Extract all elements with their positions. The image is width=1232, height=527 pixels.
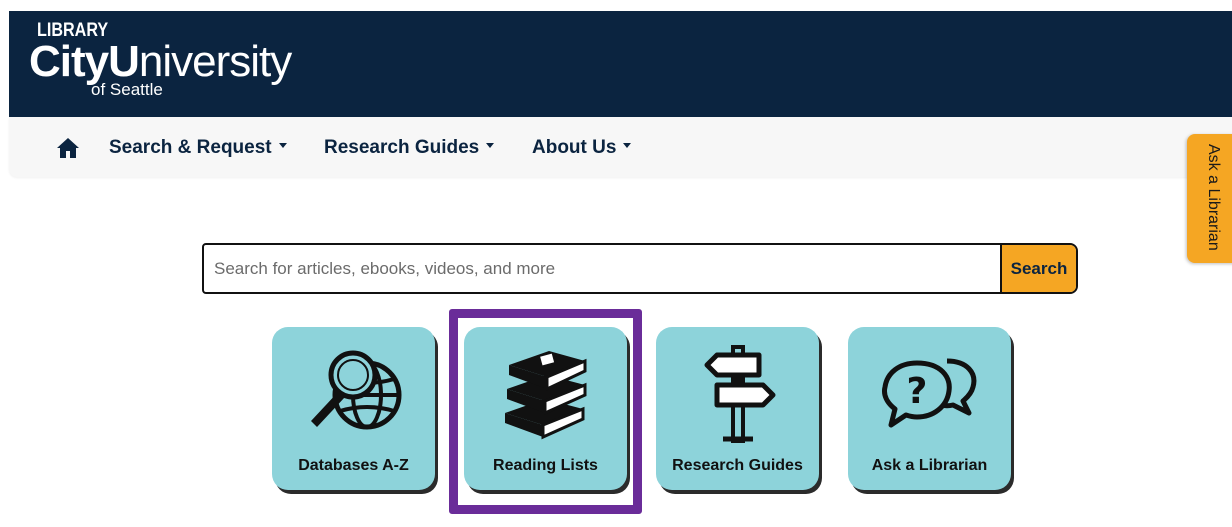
ask-librarian-side-tab[interactable]: Ask a Librarian: [1187, 134, 1232, 263]
logo-niversity: niversity: [138, 37, 292, 86]
tile-research-guides-label: Research Guides: [672, 457, 803, 474]
main-nav: Search & Request Research Guides About U…: [9, 117, 1232, 177]
nav-about-us-label: About Us: [532, 137, 617, 158]
nav-research-guides[interactable]: Research Guides: [324, 137, 495, 159]
caret-down-icon: [278, 143, 287, 149]
logo-library-text: LIBRARY: [37, 20, 109, 41]
side-tab-label: Ask a Librarian: [1205, 144, 1222, 251]
search-bar: Search: [202, 243, 1078, 294]
magnifier-globe-icon: [311, 350, 402, 430]
logo-city: City: [29, 37, 109, 86]
home-icon[interactable]: [56, 137, 80, 159]
library-home-page: LIBRARY CityUniversity of Seattle Search…: [0, 0, 1232, 527]
svg-text:?: ?: [907, 371, 928, 412]
nav-research-guides-label: Research Guides: [324, 137, 480, 158]
question-speech-bubbles-icon: ?: [882, 358, 977, 428]
book-stack-icon: [505, 351, 587, 440]
nav-search-request-label: Search & Request: [109, 137, 272, 158]
logo-u: U: [108, 37, 140, 86]
tile-ask-a-librarian[interactable]: ? Ask a Librarian: [848, 327, 1011, 490]
tile-databases-a-z[interactable]: Databases A-Z: [272, 327, 435, 490]
search-input[interactable]: [204, 245, 1002, 292]
nav-search-request[interactable]: Search & Request: [109, 137, 287, 159]
tile-reading-lists-label: Reading Lists: [493, 457, 598, 474]
signpost-icon: [704, 345, 776, 443]
tile-ask-librarian-label: Ask a Librarian: [871, 457, 988, 474]
search-button[interactable]: Search: [1000, 245, 1076, 292]
nav-about-us[interactable]: About Us: [532, 137, 632, 159]
caret-down-icon: [623, 143, 632, 149]
site-logo[interactable]: LIBRARY CityUniversity of Seattle: [29, 20, 292, 98]
tile-research-guides[interactable]: Research Guides: [656, 327, 819, 490]
caret-down-icon: [486, 143, 495, 149]
tile-reading-lists[interactable]: Reading Lists: [464, 327, 627, 490]
site-header: LIBRARY CityUniversity of Seattle: [9, 11, 1232, 117]
tile-databases-label: Databases A-Z: [298, 457, 409, 474]
logo-main-text: CityUniversity: [29, 37, 292, 86]
